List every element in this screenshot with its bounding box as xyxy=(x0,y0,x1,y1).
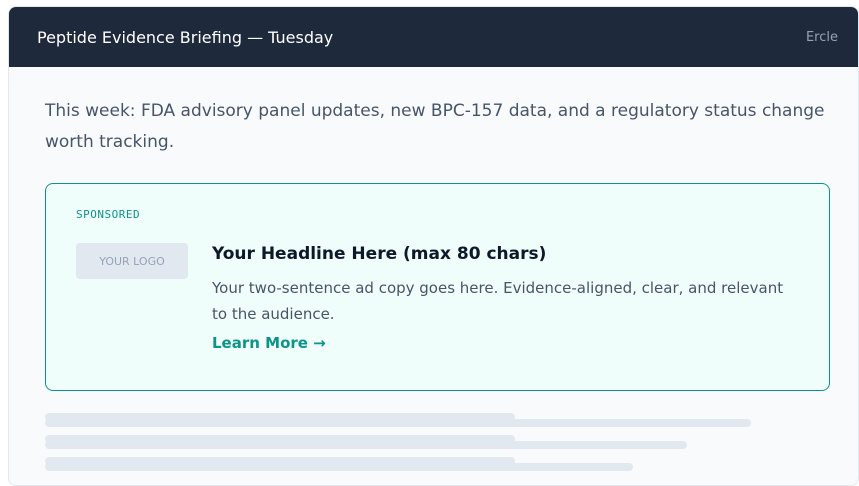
newsletter-title: Peptide Evidence Briefing — Tuesday xyxy=(37,27,334,47)
learn-more-link[interactable]: Learn More → xyxy=(212,334,326,352)
ad-headline: Your Headline Here (max 80 chars) xyxy=(212,244,547,264)
skeleton-line xyxy=(45,463,633,471)
ad-logo-placeholder: YOUR LOGO xyxy=(76,243,188,279)
sponsored-ad: SPONSORED YOUR LOGO Your Headline Here (… xyxy=(45,183,830,391)
skeleton-line xyxy=(45,419,751,427)
skeleton-line xyxy=(45,441,687,449)
sponsored-label: SPONSORED xyxy=(76,208,141,221)
newsletter-email: Peptide Evidence Briefing — Tuesday Ercl… xyxy=(8,6,859,486)
intro-text: This week: FDA advisory panel updates, n… xyxy=(45,101,825,152)
ad-copy: Your two-sentence ad copy goes here. Evi… xyxy=(212,279,784,323)
ad-body: Your Headline Here (max 80 chars) Your t… xyxy=(212,242,802,352)
newsletter-header: Peptide Evidence Briefing — Tuesday Ercl… xyxy=(9,7,858,67)
brand-name: Ercle xyxy=(805,29,838,45)
